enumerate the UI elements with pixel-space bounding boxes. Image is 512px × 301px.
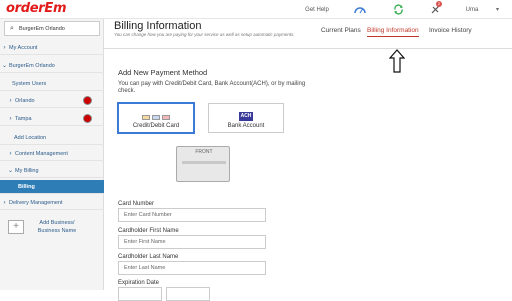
page-header: Billing Information You can change how y… xyxy=(104,19,512,49)
location-flag-icon xyxy=(83,114,92,123)
chevron-right-icon: › xyxy=(9,115,12,122)
sidebar-item-label: Add Location xyxy=(14,134,47,141)
sidebar-item-my-billing[interactable]: ⌄ My Billing xyxy=(0,164,104,178)
sidebar-item-label: BurgerEm Orlando xyxy=(9,62,55,69)
add-business-button[interactable]: + Add Business/ Business Name xyxy=(4,216,100,238)
expiration-month-select[interactable] xyxy=(118,287,162,301)
first-name-label: Cardholder First Name xyxy=(118,228,179,234)
sidebar-item-label: My Billing xyxy=(15,167,39,174)
expiration-year-select[interactable] xyxy=(166,287,210,301)
notifications-icon[interactable]: 2 xyxy=(428,0,442,19)
location-search-value: BurgerEm Orlando xyxy=(19,25,65,32)
credit-card-icon xyxy=(142,115,170,120)
card-number-input[interactable]: Enter Card Number xyxy=(118,208,266,222)
chevron-down-icon: ⌄ xyxy=(7,168,14,174)
sidebar-item-tampa[interactable]: › Tampa xyxy=(0,112,104,126)
chevron-right-icon: › xyxy=(9,150,12,157)
bank-account-option[interactable]: ACH Bank Account xyxy=(208,103,284,133)
location-search[interactable]: ⌕ BurgerEm Orlando xyxy=(4,21,100,36)
chevron-down-icon[interactable]: ▾ xyxy=(496,6,499,13)
expiration-label: Expiration Date xyxy=(118,280,160,286)
notification-badge: 2 xyxy=(436,1,442,7)
sidebar-item-billing[interactable]: Billing xyxy=(0,180,104,194)
plus-icon: + xyxy=(8,220,24,234)
credit-card-option-label: Credit/Debit Card xyxy=(132,123,180,129)
tab-invoice-history[interactable]: Invoice History xyxy=(429,27,472,34)
sidebar-item-content-management[interactable]: › Content Management xyxy=(0,147,104,161)
sidebar-item-label: Orlando xyxy=(15,97,35,104)
app-logo[interactable]: orderEm xyxy=(6,1,67,16)
sidebar-item-label: My Account xyxy=(9,44,38,51)
page-title: Billing Information xyxy=(114,20,202,32)
section-description: You can pay with Credit/Debit Card, Bank… xyxy=(118,81,306,94)
card-front-label: FRONT xyxy=(195,149,213,155)
sync-icon[interactable] xyxy=(391,0,405,19)
dashboard-icon[interactable] xyxy=(353,0,367,19)
sidebar-item-system-users[interactable]: System Users xyxy=(0,77,104,91)
location-flag-icon xyxy=(83,96,92,105)
sidebar-item-label: System Users xyxy=(12,80,47,87)
card-number-strip xyxy=(182,161,226,164)
chevron-right-icon: › xyxy=(3,199,6,206)
section-title: Add New Payment Method xyxy=(118,68,208,77)
user-name[interactable]: Uma xyxy=(462,0,482,19)
top-bar: orderEm Get Help 2 Uma ▾ xyxy=(0,0,512,19)
sidebar-item-label: Billing xyxy=(18,183,35,190)
last-name-label: Cardholder Last Name xyxy=(118,254,179,260)
tab-billing-information[interactable]: Billing Information xyxy=(367,27,419,37)
sidebar-item-burgerem-orlando[interactable]: ⌄ BurgerEm Orlando xyxy=(0,59,104,73)
chevron-right-icon: › xyxy=(9,97,12,104)
billing-content: Add New Payment Method You can pay with … xyxy=(104,49,512,301)
add-business-label: Add Business/ Business Name xyxy=(37,220,77,234)
tab-current-plans[interactable]: Current Plans xyxy=(321,27,361,34)
chevron-right-icon: › xyxy=(3,44,6,51)
first-name-input[interactable]: Enter First Name xyxy=(118,235,266,249)
credit-card-option[interactable]: Credit/Debit Card xyxy=(118,103,194,133)
sidebar-item-label: Content Management xyxy=(15,150,68,157)
sidebar-item-orlando[interactable]: › Orlando xyxy=(0,94,104,108)
card-number-label: Card Number xyxy=(118,201,155,207)
search-icon: ⌕ xyxy=(10,24,14,32)
ach-logo: ACH xyxy=(239,112,253,121)
sidebar-item-delivery-management[interactable]: › Delivery Management xyxy=(0,196,104,210)
sidebar-item-my-account[interactable]: › My Account xyxy=(0,41,104,55)
sidebar-item-add-location[interactable]: Add Location xyxy=(0,131,104,145)
sidebar-item-label: Delivery Management xyxy=(9,199,63,206)
sidebar-item-label: Tampa xyxy=(15,115,32,122)
get-help-link[interactable]: Get Help xyxy=(302,0,332,19)
page-subtitle: You can change how you are paying for yo… xyxy=(114,32,295,37)
chevron-down-icon: ⌄ xyxy=(1,63,8,69)
bank-account-option-label: Bank Account xyxy=(227,123,265,129)
last-name-input[interactable]: Enter Last Name xyxy=(118,261,266,275)
card-illustration: FRONT xyxy=(176,146,230,182)
sidebar: ⌕ BurgerEm Orlando › My Account ⌄ Burger… xyxy=(0,19,104,290)
